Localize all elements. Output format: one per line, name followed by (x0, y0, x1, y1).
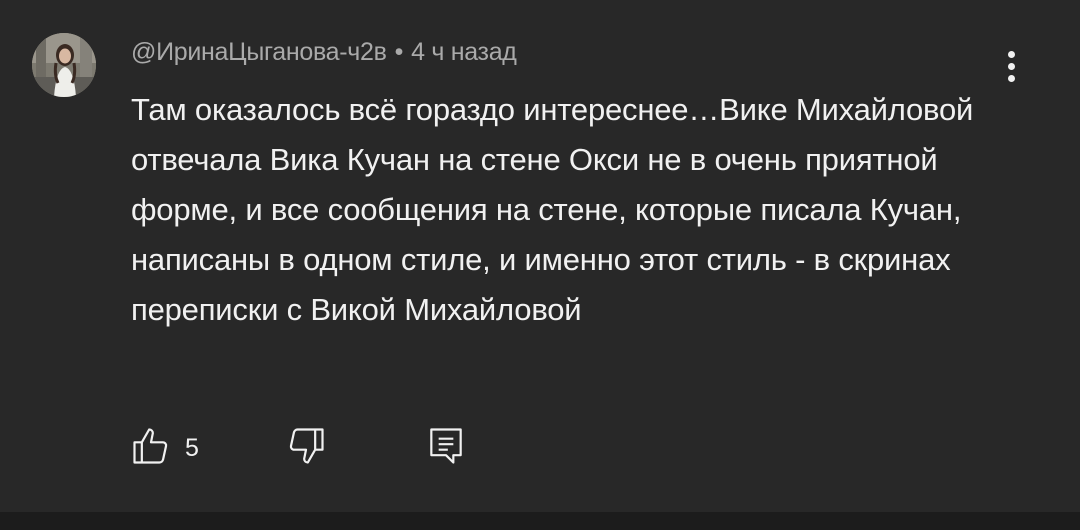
menu-dot (1008, 51, 1015, 58)
comment-actions: 5 (0, 420, 1080, 476)
comment-card: @ИринаЦыганова-ч2в • 4 ч назад Там оказало… (0, 0, 1080, 512)
comment-time[interactable]: 4 ч назад (411, 38, 517, 66)
menu-dot (1008, 75, 1015, 82)
reply-button[interactable] (424, 424, 468, 468)
author-name[interactable]: @ИринаЦыганова-ч2в (131, 38, 387, 66)
bottom-strip (0, 512, 1080, 530)
dislike-button[interactable] (284, 424, 328, 468)
thumb-down-icon (289, 428, 324, 464)
like-button[interactable] (129, 424, 173, 468)
header-separator: • (394, 38, 404, 66)
like-count: 5 (185, 434, 199, 462)
thumb-up-icon (133, 428, 168, 464)
avatar-photo (32, 33, 96, 97)
avatar[interactable] (32, 33, 96, 97)
more-vert-icon[interactable] (996, 44, 1028, 88)
comment-header: @ИринаЦыганова-ч2в • 4 ч назад (131, 38, 517, 67)
menu-dot (1008, 63, 1015, 70)
comment-reply-icon (430, 428, 462, 464)
comment-text: Там оказалось всё гораздо интереснее…Вик… (131, 92, 974, 327)
